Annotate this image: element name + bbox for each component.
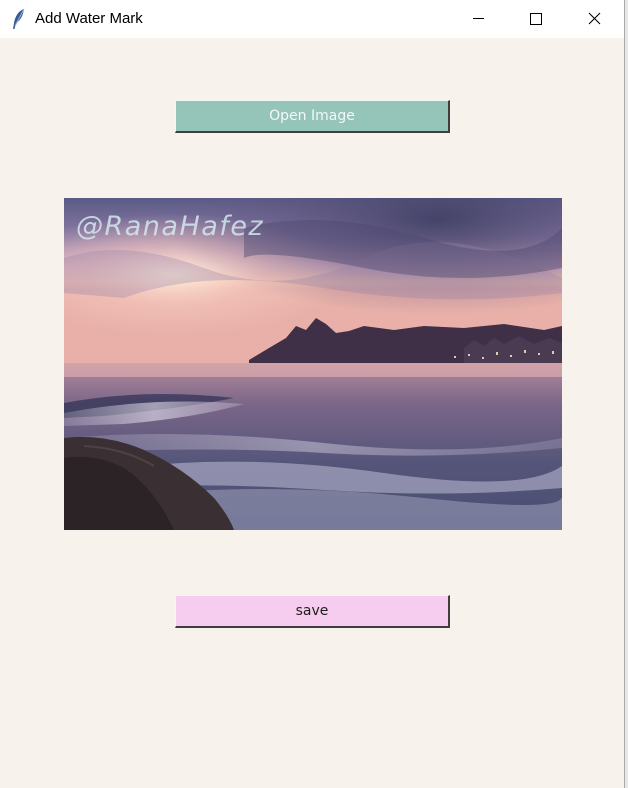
maximize-icon <box>530 13 542 25</box>
close-icon <box>588 12 601 25</box>
feather-icon <box>11 8 27 30</box>
save-button[interactable]: save <box>175 595 450 628</box>
preview-image: @RanaHafez <box>64 198 562 530</box>
minimize-icon <box>473 18 484 19</box>
open-image-button[interactable]: Open Image <box>175 100 450 133</box>
watermark-text: @RanaHafez <box>76 211 265 242</box>
window-border <box>624 0 628 788</box>
close-button[interactable] <box>566 0 622 38</box>
title-bar[interactable]: Add Water Mark <box>0 0 624 38</box>
app-window: Add Water Mark Open Image @RanaHafez sav… <box>0 0 624 788</box>
window-title: Add Water Mark <box>35 10 143 27</box>
maximize-button[interactable] <box>508 0 564 38</box>
beach-sunset-photo <box>64 198 562 530</box>
minimize-button[interactable] <box>450 0 506 38</box>
